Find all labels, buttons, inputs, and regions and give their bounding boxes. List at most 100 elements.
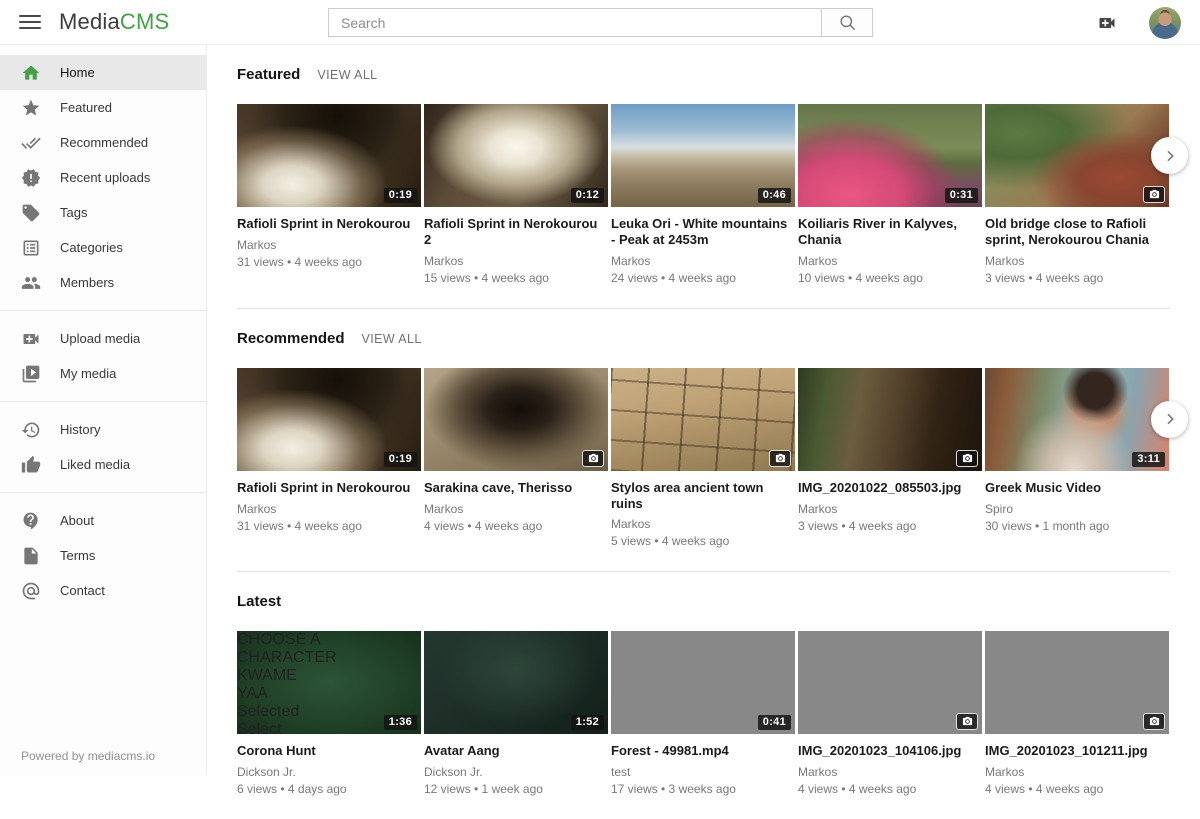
media-thumbnail[interactable]: 0:31 — [798, 104, 982, 207]
sidebar-item-categories[interactable]: Categories — [0, 230, 206, 265]
media-thumbnail[interactable] — [424, 368, 608, 471]
media-thumbnail[interactable] — [985, 104, 1169, 207]
section-latest: Latest CHOOSE A CHARACTER KWAME YAA Sele… — [237, 572, 1170, 819]
media-author[interactable]: Markos — [798, 254, 982, 268]
sidebar-item-about[interactable]: About — [0, 503, 206, 538]
media-title[interactable]: Old bridge close to Rafioli sprint, Nero… — [985, 216, 1169, 248]
media-card[interactable]: IMG_20201022_085503.jpg Markos 3 views •… — [798, 368, 982, 549]
media-thumbnail[interactable]: 0:19 — [237, 104, 421, 207]
media-author[interactable]: Markos — [985, 765, 1169, 779]
media-author[interactable]: Markos — [611, 254, 795, 268]
duration-badge: 0:19 — [384, 452, 417, 467]
help-icon — [21, 511, 41, 531]
media-title[interactable]: Greek Music Video — [985, 480, 1169, 496]
media-title[interactable]: Leuka Ori - White mountains - Peak at 24… — [611, 216, 795, 248]
media-author[interactable]: Markos — [798, 502, 982, 516]
media-card[interactable]: Sarakina cave, Therisso Markos 4 views •… — [424, 368, 608, 549]
media-thumbnail[interactable] — [985, 631, 1169, 734]
media-card[interactable]: 0:41 Forest - 49981.mp4 test 17 views • … — [611, 631, 795, 796]
sidebar-item-recent-uploads[interactable]: Recent uploads — [0, 160, 206, 195]
sidebar-item-recommended[interactable]: Recommended — [0, 125, 206, 160]
media-title[interactable]: IMG_20201023_101211.jpg — [985, 743, 1169, 759]
media-card[interactable]: 0:19 Rafioli Sprint in Nerokourou Markos… — [237, 104, 421, 285]
media-author[interactable]: Markos — [424, 502, 608, 516]
sidebar-item-liked-media[interactable]: Liked media — [0, 447, 206, 482]
media-author[interactable]: Dickson Jr. — [424, 765, 608, 779]
media-card[interactable]: 3:11 Greek Music Video Spiro 30 views • … — [985, 368, 1169, 549]
user-avatar[interactable] — [1149, 7, 1181, 39]
media-title[interactable]: Rafioli Sprint in Nerokourou — [237, 480, 421, 496]
search-button[interactable] — [821, 8, 873, 37]
search-input[interactable] — [328, 8, 821, 37]
media-title[interactable]: Forest - 49981.mp4 — [611, 743, 795, 759]
media-title[interactable]: IMG_20201022_085503.jpg — [798, 480, 982, 496]
view-all-link[interactable]: VIEW ALL — [362, 332, 422, 346]
media-title[interactable]: IMG_20201023_104106.jpg — [798, 743, 982, 759]
media-card[interactable]: IMG_20201023_101211.jpg Markos 4 views •… — [985, 631, 1169, 796]
next-arrow-button[interactable] — [1151, 137, 1188, 174]
video-plus-icon — [21, 329, 41, 349]
media-author[interactable]: Spiro — [985, 502, 1169, 516]
media-thumbnail[interactable]: 0:19 — [237, 368, 421, 471]
media-thumbnail[interactable]: 0:41 — [611, 631, 795, 734]
media-title[interactable]: Koiliaris River in Kalyves, Chania — [798, 216, 982, 248]
media-card[interactable]: 0:19 Rafioli Sprint in Nerokourou Markos… — [237, 368, 421, 549]
sidebar-item-label: History — [60, 422, 100, 437]
media-card[interactable]: 1:52 Avatar Aang Dickson Jr. 12 views • … — [424, 631, 608, 796]
media-meta: 17 views • 3 weeks ago — [611, 782, 795, 796]
view-all-link[interactable]: VIEW ALL — [317, 68, 377, 82]
duration-badge: 0:12 — [571, 188, 604, 203]
media-thumbnail[interactable]: CHOOSE A CHARACTER KWAME YAA Selected Se… — [237, 631, 421, 734]
media-thumbnail[interactable]: 0:12 — [424, 104, 608, 207]
media-card[interactable]: 0:31 Koiliaris River in Kalyves, Chania … — [798, 104, 982, 285]
sidebar-item-members[interactable]: Members — [0, 265, 206, 300]
media-thumbnail[interactable]: 3:11 — [985, 368, 1169, 471]
media-card[interactable]: IMG_20201023_104106.jpg Markos 4 views •… — [798, 631, 982, 796]
media-title[interactable]: Rafioli Sprint in Nerokourou — [237, 216, 421, 232]
media-author[interactable]: Markos — [611, 517, 795, 531]
hamburger-menu-icon[interactable] — [19, 15, 41, 29]
sidebar-item-label: Categories — [60, 240, 123, 255]
sidebar-item-contact[interactable]: Contact — [0, 573, 206, 608]
media-author[interactable]: Markos — [424, 254, 608, 268]
media-title[interactable]: Avatar Aang — [424, 743, 608, 759]
sidebar-item-upload-media[interactable]: Upload media — [0, 321, 206, 356]
camera-icon — [588, 453, 599, 464]
media-title[interactable]: Sarakina cave, Therisso — [424, 480, 608, 496]
media-author[interactable]: test — [611, 765, 795, 779]
photo-badge — [582, 450, 604, 467]
media-thumbnail[interactable] — [798, 368, 982, 471]
media-author[interactable]: Dickson Jr. — [237, 765, 421, 779]
media-author[interactable]: Markos — [237, 502, 421, 516]
mediacms-logo[interactable]: MediaCMS — [59, 9, 169, 35]
sidebar-item-tags[interactable]: Tags — [0, 195, 206, 230]
media-author[interactable]: Markos — [237, 238, 421, 252]
media-title[interactable]: Stylos area ancient town ruins — [611, 480, 795, 512]
sidebar-item-home[interactable]: Home — [0, 55, 206, 90]
people-icon — [21, 273, 41, 293]
media-thumbnail[interactable] — [611, 368, 795, 471]
media-author[interactable]: Markos — [798, 765, 982, 779]
media-title[interactable]: Corona Hunt — [237, 743, 421, 759]
media-card[interactable]: 0:46 Leuka Ori - White mountains - Peak … — [611, 104, 795, 285]
sidebar-item-my-media[interactable]: My media — [0, 356, 206, 391]
header-actions — [1093, 0, 1200, 45]
media-thumbnail[interactable] — [798, 631, 982, 734]
media-card[interactable]: Old bridge close to Rafioli sprint, Nero… — [985, 104, 1169, 285]
media-title[interactable]: Rafioli Sprint in Nerokourou 2 — [424, 216, 608, 248]
at-sign-icon — [21, 581, 41, 601]
media-card[interactable]: Stylos area ancient town ruins Markos 5 … — [611, 368, 795, 549]
media-author[interactable]: Markos — [985, 254, 1169, 268]
section-title: Latest — [237, 593, 281, 610]
media-thumbnail[interactable]: 1:52 — [424, 631, 608, 734]
media-meta: 4 views • 4 weeks ago — [985, 782, 1169, 796]
sidebar-item-terms[interactable]: Terms — [0, 538, 206, 573]
camera-icon — [962, 453, 973, 464]
sidebar-item-history[interactable]: History — [0, 412, 206, 447]
media-card[interactable]: 0:12 Rafioli Sprint in Nerokourou 2 Mark… — [424, 104, 608, 285]
media-thumbnail[interactable]: 0:46 — [611, 104, 795, 207]
media-card[interactable]: CHOOSE A CHARACTER KWAME YAA Selected Se… — [237, 631, 421, 796]
next-arrow-button[interactable] — [1151, 401, 1188, 438]
upload-media-icon[interactable] — [1093, 13, 1121, 33]
sidebar-item-featured[interactable]: Featured — [0, 90, 206, 125]
